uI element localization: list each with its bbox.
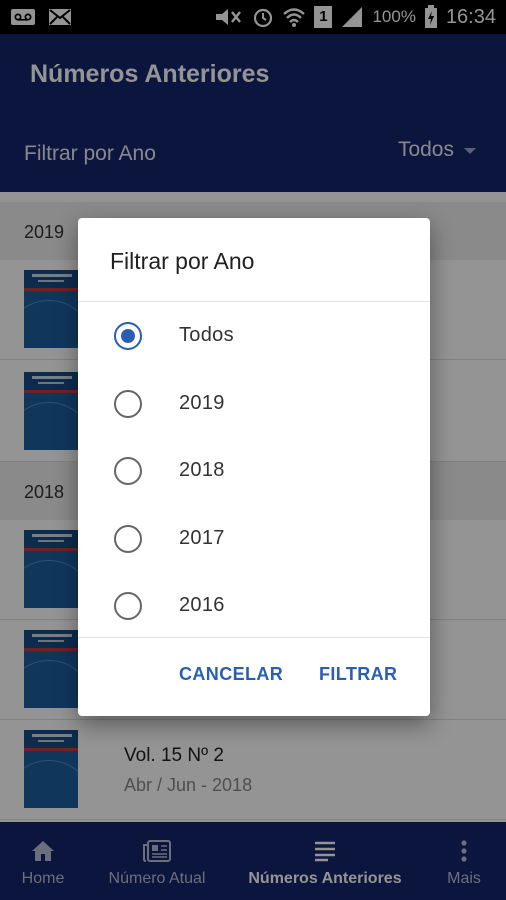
nav-more-label: Mais bbox=[447, 870, 481, 887]
option-todos[interactable]: Todos bbox=[78, 306, 430, 366]
radio-button-checked[interactable] bbox=[114, 322, 142, 350]
list-icon bbox=[315, 841, 335, 862]
newspaper-icon bbox=[143, 840, 171, 862]
dialog-divider-bottom bbox=[78, 637, 430, 638]
option-label: 2016 bbox=[179, 594, 225, 616]
filter-button[interactable]: FILTRAR bbox=[319, 664, 397, 685]
radio-button[interactable] bbox=[114, 457, 142, 485]
option-2017[interactable]: 2017 bbox=[78, 509, 430, 569]
option-label: 2019 bbox=[179, 392, 225, 414]
option-2016[interactable]: 2016 bbox=[78, 576, 430, 636]
dialog-title: Filtrar por Ano bbox=[110, 248, 255, 274]
bottom-navigation: Home Número Atual Números Anteriores Mai… bbox=[0, 822, 506, 900]
nav-current-issue-label: Número Atual bbox=[108, 870, 206, 887]
home-icon bbox=[32, 841, 54, 861]
option-2019[interactable]: 2019 bbox=[78, 374, 430, 434]
nav-previous-issues[interactable]: Números Anteriores bbox=[242, 822, 408, 900]
nav-more[interactable]: Mais bbox=[438, 822, 490, 900]
radio-button[interactable] bbox=[114, 390, 142, 418]
option-label: Todos bbox=[179, 324, 234, 346]
option-label: 2017 bbox=[179, 527, 225, 549]
radio-button[interactable] bbox=[114, 525, 142, 553]
radio-button[interactable] bbox=[114, 592, 142, 620]
filter-year-dialog: Filtrar por Ano Todos 2019 2018 2017 201… bbox=[78, 218, 430, 716]
nav-previous-issues-label: Números Anteriores bbox=[248, 870, 402, 887]
dialog-divider-top bbox=[78, 301, 430, 302]
option-label: 2018 bbox=[179, 459, 225, 481]
option-2018[interactable]: 2018 bbox=[78, 441, 430, 501]
nav-home[interactable]: Home bbox=[10, 822, 76, 900]
more-vertical-icon bbox=[461, 840, 467, 862]
cancel-button[interactable]: CANCELAR bbox=[179, 664, 283, 685]
nav-current-issue[interactable]: Número Atual bbox=[98, 822, 216, 900]
nav-home-label: Home bbox=[21, 870, 65, 887]
